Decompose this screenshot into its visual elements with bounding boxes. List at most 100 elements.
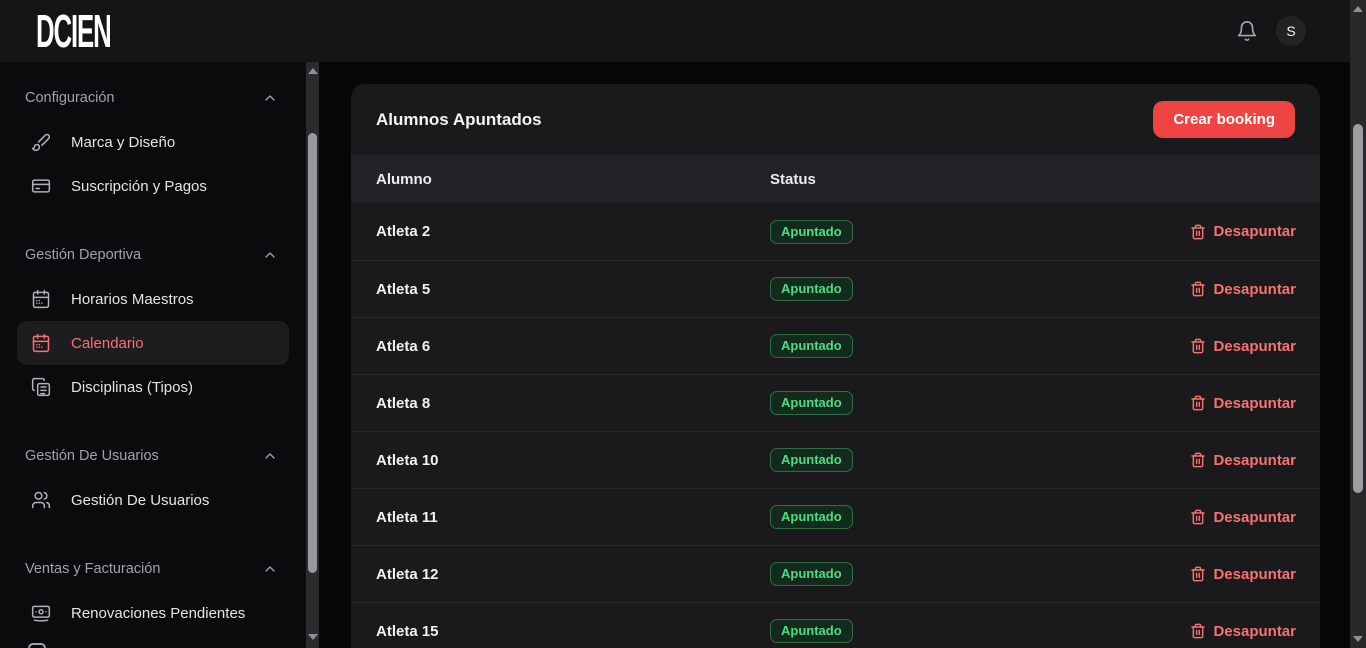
sidebar-item-label: Renovaciones Pendientes xyxy=(71,605,245,622)
sidebar-item-disciplinas-tipos[interactable]: Disciplinas (Tipos) xyxy=(17,365,289,409)
trash-icon xyxy=(1190,224,1206,240)
desapuntar-label: Desapuntar xyxy=(1213,395,1296,412)
sidebar-item-label: Suscripción y Pagos xyxy=(71,178,207,195)
sidebar-item-label: Gestión De Usuarios xyxy=(71,492,209,509)
page-scrollbar[interactable] xyxy=(1350,0,1366,648)
sidebar-section-header-ventas-y-facturacion[interactable]: Ventas y Facturación xyxy=(0,553,306,585)
desapuntar-button[interactable]: Desapuntar xyxy=(1190,338,1296,355)
sidebar-section-items: Renovaciones Pendientes xyxy=(0,591,306,635)
app-logo: DCIEN xyxy=(36,4,111,58)
sidebar-section-header-gestion-deportiva[interactable]: Gestión Deportiva xyxy=(0,239,306,271)
scroll-down-arrow-icon[interactable] xyxy=(308,634,318,640)
athlete-name: Atleta 10 xyxy=(376,452,770,469)
status-badge: Apuntado xyxy=(770,220,853,244)
topbar-actions: S xyxy=(1236,16,1306,46)
table-row: Atleta 12 Apuntado Desapuntar xyxy=(351,545,1320,602)
table-row: Atleta 2 Apuntado Desapuntar xyxy=(351,203,1320,260)
desapuntar-button[interactable]: Desapuntar xyxy=(1190,509,1296,526)
chevron-up-icon xyxy=(262,90,278,106)
chevron-up-icon xyxy=(262,247,278,263)
partial-item-icon xyxy=(28,643,46,648)
desapuntar-label: Desapuntar xyxy=(1213,509,1296,526)
desapuntar-label: Desapuntar xyxy=(1213,623,1296,640)
chevron-up-icon xyxy=(262,561,278,577)
app-window: DCIEN S Configuración Marca y Diseño Sus… xyxy=(0,0,1366,648)
table-row: Atleta 5 Apuntado Desapuntar xyxy=(351,260,1320,317)
status-badge: Apuntado xyxy=(770,391,853,415)
athlete-name: Atleta 12 xyxy=(376,566,770,583)
user-avatar[interactable]: S xyxy=(1276,16,1306,46)
status-badge: Apuntado xyxy=(770,448,853,472)
table-body: Atleta 2 Apuntado Desapuntar Atleta 5 Ap… xyxy=(351,203,1320,648)
table-row: Atleta 15 Apuntado Desapuntar xyxy=(351,602,1320,648)
sidebar-item-label: Horarios Maestros xyxy=(71,291,194,308)
athlete-name: Atleta 6 xyxy=(376,338,770,355)
table-row: Atleta 8 Apuntado Desapuntar xyxy=(351,374,1320,431)
sidebar-section-header-gestion-de-usuarios[interactable]: Gestión De Usuarios xyxy=(0,440,306,472)
column-header-alumno: Alumno xyxy=(376,171,770,188)
desapuntar-button[interactable]: Desapuntar xyxy=(1190,623,1296,640)
sidebar-section: Gestión De Usuarios Gestión De Usuarios xyxy=(0,440,306,522)
status-badge: Apuntado xyxy=(770,562,853,586)
status-cell: Apuntado xyxy=(770,562,1190,586)
page-scrollbar-thumb[interactable] xyxy=(1353,124,1363,493)
status-cell: Apuntado xyxy=(770,277,1190,301)
sidebar-item-label: Disciplinas (Tipos) xyxy=(71,379,193,396)
sidebar-item-horarios-maestros[interactable]: Horarios Maestros xyxy=(17,277,289,321)
sidebar-section: Ventas y Facturación Renovaciones Pendie… xyxy=(0,553,306,635)
sidebar-item-marca-y-diseno[interactable]: Marca y Diseño xyxy=(17,120,289,164)
main-content: Alumnos Apuntados Crear booking Alumno S… xyxy=(319,62,1366,648)
desapuntar-button[interactable]: Desapuntar xyxy=(1190,223,1296,240)
status-cell: Apuntado xyxy=(770,505,1190,529)
desapuntar-button[interactable]: Desapuntar xyxy=(1190,395,1296,412)
sidebar-section-header-configuracion[interactable]: Configuración xyxy=(0,82,306,114)
desapuntar-label: Desapuntar xyxy=(1213,281,1296,298)
trash-icon xyxy=(1190,623,1206,639)
trash-icon xyxy=(1190,452,1206,468)
copy-icon xyxy=(31,377,51,397)
avatar-initial: S xyxy=(1286,23,1295,39)
scroll-up-arrow-icon[interactable] xyxy=(308,68,318,74)
sidebar-item-label: Calendario xyxy=(71,335,144,352)
desapuntar-label: Desapuntar xyxy=(1213,223,1296,240)
sidebar-scrollbar-thumb[interactable] xyxy=(308,133,317,573)
sidebar-item-calendario[interactable]: Calendario xyxy=(17,321,289,365)
trash-icon xyxy=(1190,509,1206,525)
sidebar-item-renovaciones-pendientes[interactable]: Renovaciones Pendientes xyxy=(17,591,289,635)
desapuntar-label: Desapuntar xyxy=(1213,566,1296,583)
sidebar-section: Gestión Deportiva Horarios Maestros Cale… xyxy=(0,239,306,409)
status-cell: Apuntado xyxy=(770,220,1190,244)
sidebar-section-items: Marca y Diseño Suscripción y Pagos xyxy=(0,120,306,208)
sidebar-item-label: Marca y Diseño xyxy=(71,134,175,151)
table-row: Atleta 6 Apuntado Desapuntar xyxy=(351,317,1320,374)
crear-booking-button[interactable]: Crear booking xyxy=(1153,101,1295,138)
calendar-icon xyxy=(31,333,51,353)
athlete-name: Atleta 8 xyxy=(376,395,770,412)
section-label: Configuración xyxy=(25,90,114,106)
scroll-up-arrow-icon[interactable] xyxy=(1353,6,1363,12)
banknote-icon xyxy=(31,603,51,623)
sidebar-scrollbar[interactable] xyxy=(306,62,319,648)
table-row: Atleta 10 Apuntado Desapuntar xyxy=(351,431,1320,488)
sidebar-item-suscripcion-y-pagos[interactable]: Suscripción y Pagos xyxy=(17,164,289,208)
sidebar-section: Configuración Marca y Diseño Suscripción… xyxy=(0,82,306,208)
status-badge: Apuntado xyxy=(770,277,853,301)
desapuntar-label: Desapuntar xyxy=(1213,338,1296,355)
desapuntar-button[interactable]: Desapuntar xyxy=(1190,281,1296,298)
desapuntar-label: Desapuntar xyxy=(1213,452,1296,469)
desapuntar-button[interactable]: Desapuntar xyxy=(1190,452,1296,469)
calendar-icon xyxy=(31,289,51,309)
sidebar-item-gestion-de-usuarios[interactable]: Gestión De Usuarios xyxy=(17,478,289,522)
status-cell: Apuntado xyxy=(770,391,1190,415)
scroll-down-arrow-icon[interactable] xyxy=(1353,636,1363,642)
section-label: Gestión De Usuarios xyxy=(25,448,159,464)
notifications-bell-icon[interactable] xyxy=(1236,20,1258,42)
trash-icon xyxy=(1190,338,1206,354)
status-badge: Apuntado xyxy=(770,505,853,529)
desapuntar-button[interactable]: Desapuntar xyxy=(1190,566,1296,583)
trash-icon xyxy=(1190,395,1206,411)
section-label: Ventas y Facturación xyxy=(25,561,160,577)
panel-title: Alumnos Apuntados xyxy=(376,110,542,130)
chevron-up-icon xyxy=(262,448,278,464)
table-row: Atleta 11 Apuntado Desapuntar xyxy=(351,488,1320,545)
